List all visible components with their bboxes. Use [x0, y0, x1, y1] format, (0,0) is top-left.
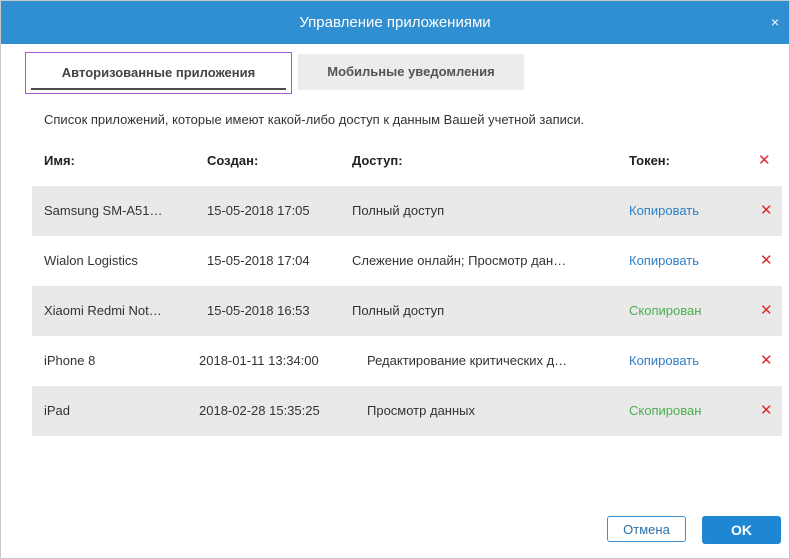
cancel-button[interactable]: Отмена	[607, 516, 686, 542]
tab-authorized-apps[interactable]: Авторизованные приложения	[25, 52, 292, 94]
app-management-dialog: Управление приложениями × Авторизованные…	[0, 0, 790, 559]
tab-mobile-notifications[interactable]: Мобильные уведомления	[298, 54, 524, 90]
app-access: Полный доступ	[352, 203, 445, 218]
app-name: Samsung SM-A51…	[44, 203, 163, 218]
close-icon[interactable]: ×	[771, 1, 779, 44]
delete-all-icon[interactable]: ✕	[758, 144, 771, 178]
delete-x-icon[interactable]: ✕	[760, 394, 773, 428]
table-row: iPad 2018-02-28 15:35:25 Просмотр данных…	[32, 386, 782, 436]
table-row: Wialon Logistics 15-05-2018 17:04 Слежен…	[32, 236, 782, 286]
app-created: 2018-02-28 15:35:25	[199, 403, 320, 418]
copy-token-link[interactable]: Копировать	[629, 186, 699, 236]
dialog-title: Управление приложениями	[299, 14, 491, 31]
app-access: Редактирование критических д…	[367, 353, 568, 368]
app-access: Слежение онлайн; Просмотр дан…	[352, 253, 567, 268]
dialog-titlebar: Управление приложениями ×	[1, 1, 789, 44]
app-created: 15-05-2018 17:05	[207, 203, 310, 218]
table-header: Имя: Создан: Доступ: Токен: ✕	[32, 144, 782, 178]
delete-x-icon[interactable]: ✕	[760, 244, 773, 278]
header-created: Создан:	[207, 153, 259, 168]
table-row: Samsung SM-A51… 15-05-2018 17:05 Полный …	[32, 186, 782, 236]
header-access: Доступ:	[352, 153, 403, 168]
copy-token-link[interactable]: Скопирован	[629, 386, 701, 436]
app-name: iPhone 8	[44, 353, 96, 368]
delete-x-icon[interactable]: ✕	[760, 344, 773, 378]
table-row: Xiaomi Redmi Not… 15-05-2018 16:53 Полны…	[32, 286, 782, 336]
apps-description: Список приложений, которые имеют какой-л…	[44, 112, 585, 127]
delete-x-icon[interactable]: ✕	[760, 194, 773, 228]
app-access: Полный доступ	[352, 303, 445, 318]
delete-x-icon[interactable]: ✕	[760, 294, 773, 328]
app-name: Wialon Logistics	[44, 253, 138, 268]
copy-token-link[interactable]: Скопирован	[629, 286, 701, 336]
app-created: 2018-01-11 13:34:00	[199, 353, 319, 368]
table-row: iPhone 8 2018-01-11 13:34:00 Редактирова…	[32, 336, 782, 386]
app-name: iPad	[44, 403, 71, 418]
ok-button[interactable]: OK	[702, 516, 781, 544]
app-access: Просмотр данных	[367, 403, 475, 418]
copy-token-link[interactable]: Копировать	[629, 336, 699, 386]
header-token: Токен:	[629, 153, 670, 168]
app-created: 15-05-2018 16:53	[207, 303, 310, 318]
copy-token-link[interactable]: Копировать	[629, 236, 699, 286]
header-name: Имя:	[44, 153, 75, 168]
app-created: 15-05-2018 17:04	[207, 253, 310, 268]
app-name: Xiaomi Redmi Not…	[44, 303, 162, 318]
